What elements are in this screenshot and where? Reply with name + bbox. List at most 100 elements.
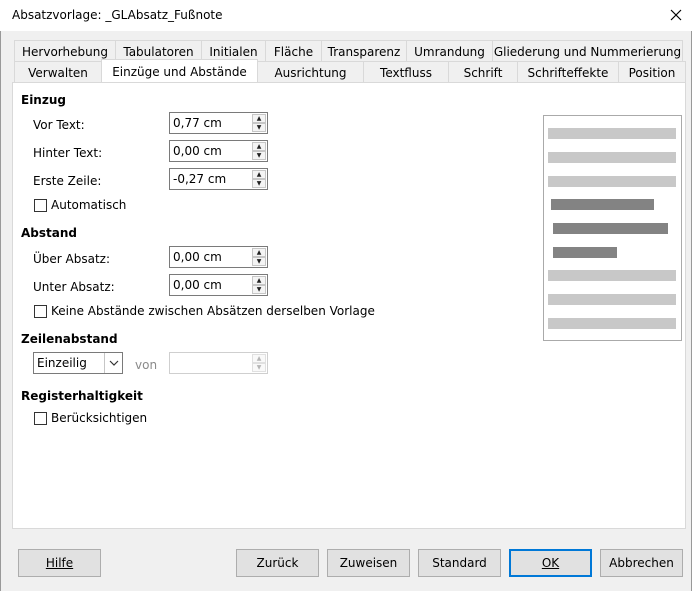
vor-text-spinbox[interactable]: 0,77 cm ▲ ▼ [169,112,268,134]
keine-abstaende-checkbox[interactable]: Keine Abstände zwischen Absätzen derselb… [34,304,375,318]
tab-transparenz[interactable]: Transparenz [321,40,407,61]
zeilenabstand-select[interactable]: Einzeilig [33,352,123,374]
abstand-heading: Abstand [21,226,77,240]
tab-label: Textfluss [380,66,432,80]
ok-button[interactable]: OK [509,549,592,577]
standard-button[interactable]: Standard [418,549,501,577]
cancel-button-label: Abbrechen [609,556,674,570]
chevron-down-icon[interactable] [104,353,122,373]
spin-down-icon[interactable]: ▼ [252,285,266,294]
tab-row-1: Hervorhebung Tabulatoren Initialen Fläch… [14,40,683,61]
tab-label: Hervorhebung [22,45,108,59]
preview-line [548,176,676,187]
preview-line-current [553,247,617,258]
vor-text-value: 0,77 cm [173,116,222,130]
standard-button-label: Standard [432,556,487,570]
tab-label: Schrifteffekte [527,66,609,80]
preview-line-current [551,199,654,210]
close-icon[interactable] [664,4,688,26]
tab-einzuege-abstaende[interactable]: Einzüge und Abstände [101,59,258,82]
tab-row-2: Verwalten Einzüge und Abstände Ausrichtu… [14,59,686,82]
ueber-absatz-spinbox[interactable]: 0,00 cm ▲ ▼ [169,246,268,268]
von-label: von [135,358,158,372]
tab-flaeche[interactable]: Fläche [265,40,322,61]
beruecksichtigen-checkbox[interactable]: Berücksichtigen [34,411,147,425]
tab-umrandung[interactable]: Umrandung [406,40,493,61]
spin-down-icon[interactable]: ▼ [252,151,266,160]
checkbox-box[interactable] [34,304,47,318]
erste-zeile-value: -0,27 cm [173,172,227,186]
paragraph-preview [543,115,682,341]
spin-up-icon[interactable]: ▲ [252,114,266,123]
checkbox-box[interactable] [34,411,47,425]
tab-label: Transparenz [327,45,401,59]
einzug-heading: Einzug [21,93,66,107]
spin-up-icon[interactable]: ▲ [252,354,266,363]
preview-line [548,128,676,139]
assign-button-label: Zuweisen [339,556,398,570]
tab-schrifteffekte[interactable]: Schrifteffekte [517,61,619,82]
vor-text-label: Vor Text: [33,118,85,132]
tab-initialen[interactable]: Initialen [201,40,266,61]
spin-down-icon[interactable]: ▼ [252,257,266,266]
spin-up-icon[interactable]: ▲ [252,142,266,151]
tab-position[interactable]: Position [618,61,686,82]
unter-absatz-spinbox[interactable]: 0,00 cm ▲ ▼ [169,274,268,296]
tab-verwalten[interactable]: Verwalten [14,61,102,82]
automatisch-label: Automatisch [51,198,127,212]
checkbox-box[interactable] [34,198,47,212]
cancel-button[interactable]: Abbrechen [600,549,683,577]
spin-up-icon[interactable]: ▲ [252,276,266,285]
preview-line [548,152,676,163]
tab-label: Verwalten [28,66,88,80]
ok-button-label: OK [541,556,560,570]
unter-absatz-label: Unter Absatz: [33,280,115,294]
hinter-text-label: Hinter Text: [33,146,103,160]
tab-label: Tabulatoren [123,45,194,59]
tab-textfluss[interactable]: Textfluss [363,61,449,82]
tab-label: Position [628,66,676,80]
beruecksichtigen-label: Berücksichtigen [51,411,148,425]
tab-ausrichtung[interactable]: Ausrichtung [257,61,364,82]
back-button[interactable]: Zurück [236,549,319,577]
preview-line-current [553,223,668,234]
tab-label: Gliederung und Nummerierung [493,45,682,59]
automatisch-checkbox[interactable]: Automatisch [34,198,126,212]
tab-label: Ausrichtung [274,66,347,80]
window-frame-left [0,31,1,591]
hinter-text-spinbox[interactable]: 0,00 cm ▲ ▼ [169,140,268,162]
tab-hervorhebung[interactable]: Hervorhebung [14,40,116,61]
help-button-label: Hilfe [45,556,74,570]
erste-zeile-spinbox[interactable]: -0,27 cm ▲ ▼ [169,168,268,190]
tab-gliederung[interactable]: Gliederung und Nummerierung [492,40,683,61]
back-button-label: Zurück [256,556,299,570]
tab-label: Initialen [209,45,258,59]
spin-down-icon[interactable]: ▼ [252,179,266,188]
preview-line [548,270,676,281]
ueber-absatz-value: 0,00 cm [173,250,222,264]
zeilenabstand-value: Einzeilig [37,356,87,370]
assign-button[interactable]: Zuweisen [327,549,410,577]
register-heading: Registerhaltigkeit [21,389,143,403]
keine-abstaende-label: Keine Abstände zwischen Absätzen derselb… [51,304,375,318]
window-title: Absatzvorlage: _GLAbsatz_Fußnote [12,8,223,22]
tab-tabulatoren[interactable]: Tabulatoren [115,40,202,61]
hinter-text-value: 0,00 cm [173,144,222,158]
erste-zeile-label: Erste Zeile: [33,174,102,188]
title-bar: Absatzvorlage: _GLAbsatz_Fußnote [0,0,692,31]
unter-absatz-value: 0,00 cm [173,278,222,292]
spin-up-icon[interactable]: ▲ [252,170,266,179]
preview-line [548,318,676,329]
tab-label: Fläche [273,45,314,59]
preview-line [548,294,676,305]
tab-label: Umrandung [414,45,485,59]
spin-up-icon[interactable]: ▲ [252,248,266,257]
tab-label: Schrift [463,66,503,80]
spin-down-icon[interactable]: ▼ [252,363,266,372]
help-button[interactable]: Hilfe [18,549,101,577]
zeilenabstand-heading: Zeilenabstand [21,332,118,346]
von-spinbox[interactable]: ▲ ▼ [169,352,268,374]
spin-down-icon[interactable]: ▼ [252,123,266,132]
ueber-absatz-label: Über Absatz: [33,252,111,266]
tab-schrift[interactable]: Schrift [448,61,518,82]
